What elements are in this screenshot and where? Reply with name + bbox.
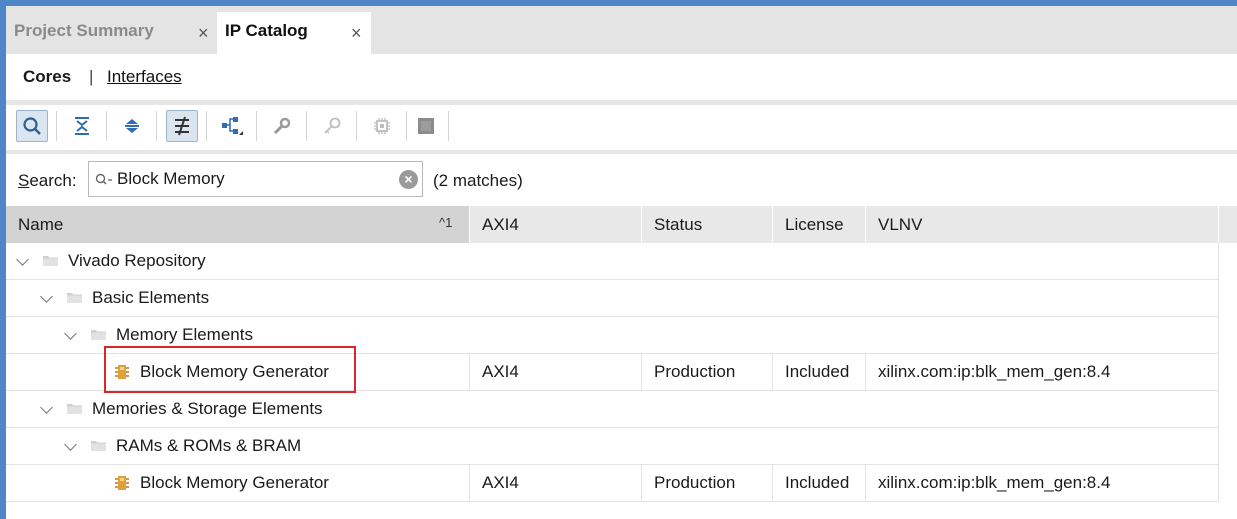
search-input[interactable] [117,168,397,190]
column-header-name[interactable]: Name ^1 [6,206,469,243]
license-cell: Included [772,465,865,501]
clear-icon[interactable]: × [399,170,418,189]
block-icon[interactable] [410,110,442,142]
folder-icon [67,293,82,303]
tree-row-label: Vivado Repository [68,251,206,270]
column-header-label: AXI4 [482,215,519,234]
chevron-down-icon[interactable] [64,327,77,340]
ip-core-icon [115,476,129,490]
tab-label: IP Catalog [225,21,308,40]
folder-icon [91,441,106,451]
chevron-down-icon[interactable] [40,401,53,414]
chevron-down-icon[interactable] [16,253,29,266]
tree-row-label: Basic Elements [92,288,210,307]
chevron-down-icon[interactable] [40,290,53,303]
table-header: Name ^1 AXI4 Status License VLNV [6,206,1237,243]
tree-row-label: Memories & Storage Elements [92,399,323,418]
search-dropdown-icon[interactable] [95,172,113,192]
customize-wrench-icon[interactable] [266,110,298,142]
column-header-license[interactable]: License [772,206,865,243]
tree-row[interactable]: Basic Elements [6,280,1218,317]
chevron-down-icon[interactable] [64,438,77,451]
hierarchy-icon[interactable] [216,110,248,142]
search-field[interactable]: × [88,161,423,197]
search-label-text: earch: [29,171,77,190]
search-icon[interactable] [16,110,48,142]
column-header-label: License [785,215,844,234]
key-icon[interactable] [316,110,348,142]
collapse-all-icon[interactable] [66,110,98,142]
folder-icon [91,330,106,340]
status-cell: Production [641,465,772,501]
toolbar-separator [406,111,407,141]
cores-tab[interactable]: Cores [23,67,71,87]
folder-icon [43,256,58,266]
toolbar-separator [306,111,307,141]
column-header-filler [1218,206,1237,243]
ip-name: Block Memory Generator [140,473,329,492]
folder-icon [67,404,82,414]
column-header-label: VLNV [878,215,923,234]
column-header-status[interactable]: Status [641,206,772,243]
highlight-annotation [104,346,356,393]
subtab-separator: | [89,67,94,86]
tree-row[interactable]: RAMs & ROMs & BRAM [6,428,1218,465]
license-cell: Included [772,354,865,390]
ip-row[interactable]: Block Memory Generator AXI4 Production I… [6,465,1218,502]
toolbar-separator [356,111,357,141]
toolbar-separator [156,111,157,141]
match-count: (2 matches) [433,171,523,190]
column-header-label: Status [654,215,703,234]
toolbar-separator [256,111,257,141]
tab-label: Project Summary [14,21,154,40]
close-icon[interactable]: × [351,24,362,42]
status-cell: Production [641,354,772,390]
tab-ip-catalog[interactable]: IP Catalog × [217,12,371,54]
toolbar-separator [448,111,449,141]
column-header-axi4[interactable]: AXI4 [469,206,641,243]
expand-all-icon[interactable] [116,110,148,142]
chip-icon[interactable] [366,110,398,142]
toolbar-separator [56,111,57,141]
column-header-label: Name [18,215,64,234]
axi4-cell: AXI4 [469,465,641,501]
tab-project-summary[interactable]: Project Summary × [6,12,217,54]
vlnv-cell: xilinx.com:ip:blk_mem_gen:8.4 [865,354,1218,390]
view-switcher: Cores | Interfaces [6,54,1237,100]
toolbar-separator [106,111,107,141]
axi4-cell: AXI4 [469,354,641,390]
column-header-vlnv[interactable]: VLNV [865,206,1218,243]
tree-row-label: RAMs & ROMs & BRAM [116,436,302,455]
vlnv-cell: xilinx.com:ip:blk_mem_gen:8.4 [865,465,1218,501]
toolbar [6,105,1237,150]
sort-indicator: ^1 [439,215,453,230]
table-border [1218,243,1219,502]
search-row: Search: × (2 matches) [6,154,1237,206]
tree-row[interactable]: Memories & Storage Elements [6,391,1218,428]
filter-icon[interactable] [166,110,198,142]
search-label: Search: [18,171,77,191]
tree-row[interactable]: Vivado Repository [6,243,1218,280]
search-label-accelerator: S [18,171,30,190]
tab-bar: Project Summary × IP Catalog × [6,6,1237,54]
interfaces-link[interactable]: Interfaces [107,67,182,87]
toolbar-separator [206,111,207,141]
close-icon[interactable]: × [198,24,209,42]
